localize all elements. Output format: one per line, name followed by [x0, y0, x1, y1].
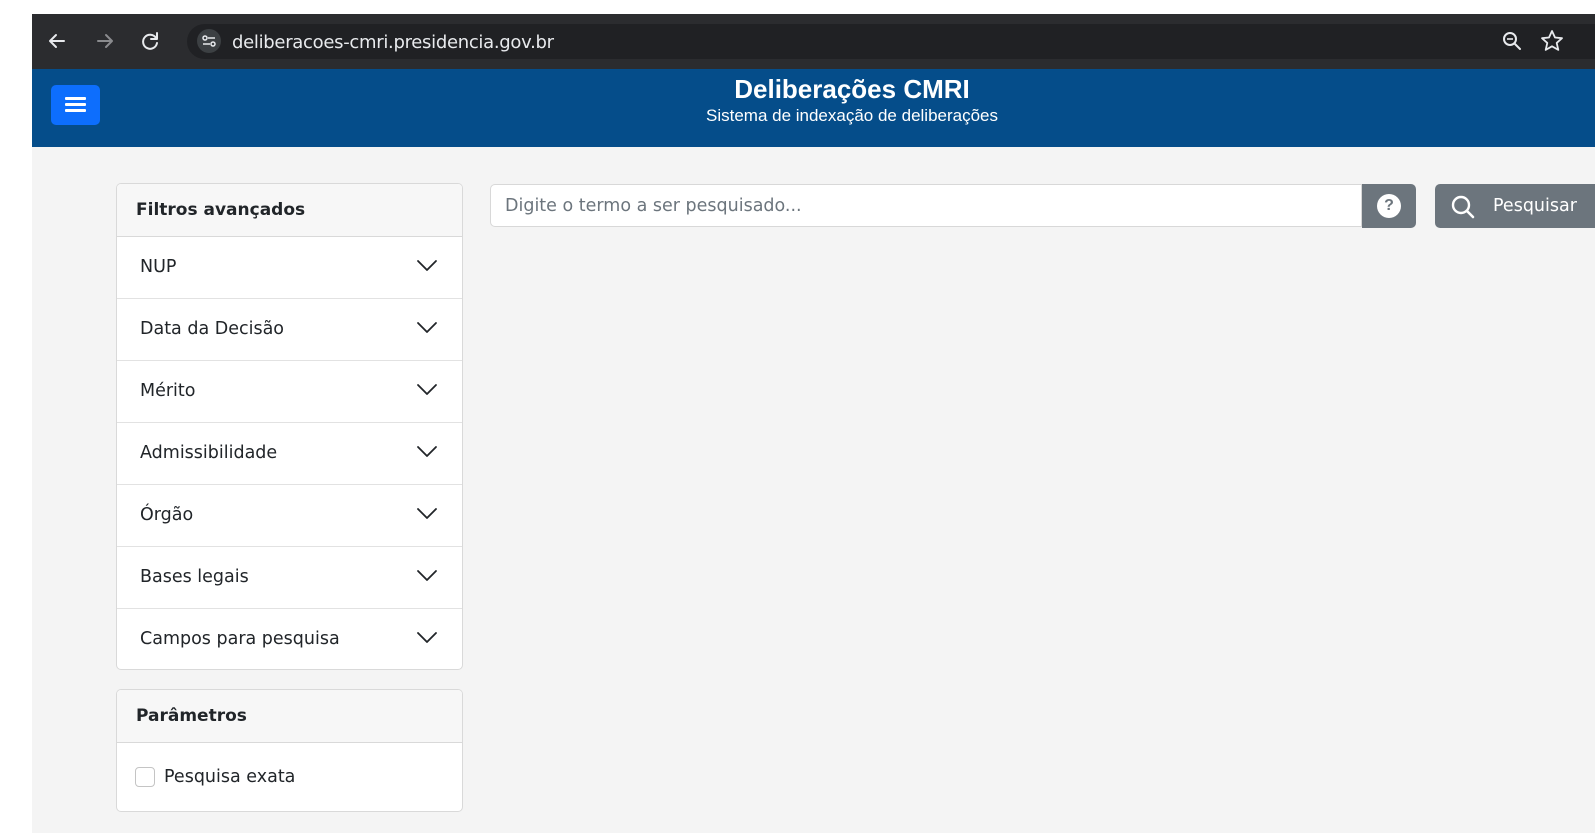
page-subtitle: Sistema de indexação de deliberações: [705, 106, 999, 125]
chevron-down-icon: [417, 508, 437, 519]
filter-label: Data da Decisão: [140, 319, 285, 339]
back-arrow-icon[interactable]: [44, 28, 70, 54]
url-text[interactable]: deliberacoes-cmri.presidencia.gov.br: [232, 32, 554, 53]
filter-accordion-item[interactable]: Bases legais: [117, 547, 462, 609]
chevron-down-icon: [417, 322, 437, 333]
question-circle-icon: ?: [1377, 194, 1401, 218]
chevron-down-icon: [417, 632, 437, 643]
help-button[interactable]: ?: [1362, 184, 1416, 228]
chevron-down-icon: [417, 570, 437, 581]
search-button-label: Pesquisar: [1493, 196, 1577, 216]
parameters-panel: Parâmetros Pesquisa exata: [116, 689, 463, 812]
filter-label: NUP: [140, 257, 177, 277]
exact-search-option[interactable]: Pesquisa exata: [117, 743, 462, 811]
advanced-filters-title: Filtros avançados: [117, 184, 462, 237]
filter-accordion-item[interactable]: Admissibilidade: [117, 423, 462, 485]
exact-search-checkbox[interactable]: [135, 767, 155, 787]
filter-accordion-item[interactable]: Órgão: [117, 485, 462, 547]
page-title: Deliberações CMRI: [734, 74, 970, 104]
app-header: Deliberações CMRI Sistema de indexação d…: [32, 69, 1595, 147]
forward-arrow-icon[interactable]: [92, 28, 118, 54]
zoom-icon[interactable]: [1499, 28, 1525, 54]
search-input[interactable]: [490, 184, 1362, 227]
address-bar[interactable]: deliberacoes-cmri.presidencia.gov.br: [187, 24, 1595, 59]
filter-accordion-item[interactable]: NUP: [117, 237, 462, 299]
chevron-down-icon: [417, 260, 437, 271]
site-info-icon[interactable]: [197, 29, 221, 53]
filter-label: Campos para pesquisa: [140, 629, 340, 649]
parameters-title: Parâmetros: [117, 690, 462, 743]
bookmark-star-icon[interactable]: [1539, 28, 1565, 54]
search-icon: [1451, 195, 1475, 219]
chevron-down-icon: [417, 384, 437, 395]
browser-window: deliberacoes-cmri.presidencia.gov.br Del…: [32, 14, 1595, 833]
reload-icon[interactable]: [137, 28, 163, 54]
filter-accordion-item[interactable]: Mérito: [117, 361, 462, 423]
filter-accordion-item[interactable]: Campos para pesquisa: [117, 609, 462, 669]
filter-label: Mérito: [140, 381, 196, 401]
filter-label: Órgão: [140, 505, 194, 525]
browser-toolbar: deliberacoes-cmri.presidencia.gov.br: [32, 14, 1595, 69]
exact-search-label[interactable]: Pesquisa exata: [164, 767, 295, 787]
advanced-filters-panel: Filtros avançados NUP Data da Decisão Méri…: [116, 183, 463, 670]
filter-accordion-item[interactable]: Data da Decisão: [117, 299, 462, 361]
filter-label: Bases legais: [140, 567, 249, 587]
chevron-down-icon: [417, 446, 437, 457]
search-button[interactable]: Pesquisar: [1435, 184, 1595, 228]
filter-label: Admissibilidade: [140, 443, 278, 463]
